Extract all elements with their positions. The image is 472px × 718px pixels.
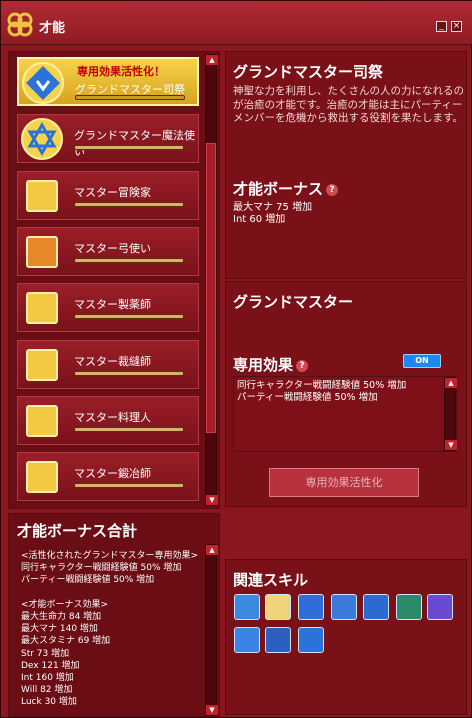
title-bar[interactable]: 才能 _ × xyxy=(1,1,472,45)
talent-list: 専用効果活性化！ グランドマスター司祭 グランドマスター魔法使い マスター冒険家… xyxy=(8,51,220,509)
talent-item-master-adventurer[interactable]: マスター冒険家 xyxy=(17,171,199,220)
detail-title: グランドマスター司祭 xyxy=(233,63,384,81)
talent-item-grandmaster-mage[interactable]: グランドマスター魔法使い xyxy=(17,114,199,163)
bow-icon xyxy=(26,236,58,268)
total-bonus-line: 最大マナ 140 増加 xyxy=(21,624,98,635)
total-bonus-line: Will 82 増加 xyxy=(21,685,73,696)
scroll-down-arrow[interactable]: ▼ xyxy=(445,440,457,450)
total-bonus-title: 才能ボーナス合計 xyxy=(17,522,138,540)
talent-item-grandmaster-priest[interactable]: 専用効果活性化！ グランドマスター司祭 xyxy=(17,57,199,106)
total-bonus-line: Dex 121 増加 xyxy=(21,660,80,671)
close-button[interactable]: × xyxy=(451,21,462,32)
scroll-up-arrow[interactable]: ▲ xyxy=(206,545,218,555)
talent-item-master-alchemist[interactable]: マスター製薬師 xyxy=(17,283,199,332)
talent-progress-bar xyxy=(74,145,184,150)
help-icon[interactable]: ? xyxy=(326,183,339,196)
compass-icon xyxy=(26,180,58,212)
exclusive-effect-label: 専用効果 xyxy=(233,356,294,374)
talent-label: マスター製薬師 xyxy=(74,298,151,311)
effect-line: パーティー戦闘経験値 50% 増加 xyxy=(237,392,378,403)
scroll-up-arrow[interactable]: ▲ xyxy=(445,378,457,388)
minimize-button[interactable]: _ xyxy=(436,21,447,32)
talent-progress-bar xyxy=(74,427,184,432)
total-bonus-line: Str 73 増加 xyxy=(21,648,70,659)
scroll-thumb[interactable] xyxy=(206,143,216,433)
scroll-down-arrow[interactable]: ▼ xyxy=(206,495,218,505)
talent-emblem-icon xyxy=(7,12,33,37)
rainbow-arrow-icon[interactable] xyxy=(427,594,453,620)
talent-item-master-archer[interactable]: マスター弓使い xyxy=(17,227,199,276)
total-bonus-line: Luck 30 増加 xyxy=(21,697,77,708)
guardian-icon[interactable] xyxy=(265,627,291,653)
bonus-heading: 才能ボーナス? xyxy=(233,178,339,199)
talent-progress-bar xyxy=(75,95,185,100)
related-skills-panel: 関連スキル xyxy=(225,559,467,715)
exclusive-effect-badge: 専用効果活性化！ xyxy=(77,65,165,78)
total-bonus-line: <才能ボーナス効果> xyxy=(21,599,109,610)
related-skills-title: 関連スキル xyxy=(233,571,309,589)
green-arrow-icon[interactable] xyxy=(396,594,422,620)
talent-progress-bar xyxy=(74,314,184,319)
activate-exclusive-effect-button[interactable]: 専用効果活性化 xyxy=(269,468,419,497)
grandmaster-title: グランドマスター xyxy=(233,293,354,311)
hexagram-icon xyxy=(21,118,63,160)
talent-item-master-tailor[interactable]: マスター裁縫師 xyxy=(17,340,199,389)
talent-label: マスター裁縫師 xyxy=(74,355,151,368)
total-bonus-line: パーティー戦闘経験値 50% 増加 xyxy=(21,575,155,586)
exclusive-effect-box: 同行キャラクター戦闘経験値 50% 増加 パーティー戦闘経験値 50% 増加 ▲… xyxy=(233,376,457,452)
party-healing-icon[interactable] xyxy=(234,594,260,620)
total-bonus-line: <活性化されたグランドマスター専用効果> xyxy=(21,551,199,561)
total-bonus-line: Int 160 増加 xyxy=(21,673,74,684)
bonus-heading-label: 才能ボーナス xyxy=(233,180,324,198)
star-of-david-icon[interactable] xyxy=(298,627,324,653)
total-bonus-line xyxy=(21,587,198,599)
talent-label: マスター鍛冶師 xyxy=(74,467,151,480)
talent-label: マスター弓使い xyxy=(74,242,151,255)
talent-label: マスター冒険家 xyxy=(74,186,151,199)
healing-scroll-icon[interactable] xyxy=(265,594,291,620)
effect-line: 同行キャラクター戦闘経験値 50% 増加 xyxy=(237,380,407,391)
arrow-slash-icon[interactable] xyxy=(363,594,389,620)
blue-slash-icon[interactable] xyxy=(234,627,260,653)
talent-item-master-blacksmith[interactable]: マスター鍛冶師 xyxy=(17,452,199,501)
total-bonus-list: <活性化されたグランドマスター専用効果> 同行キャラクター戦闘経験値 50% 増加… xyxy=(21,550,198,709)
effect-scrollbar[interactable]: ▲ ▼ xyxy=(444,377,457,451)
potion-icon xyxy=(26,292,58,324)
total-bonus-line: 同行キャラクター戦闘経験値 50% 増加 xyxy=(21,563,182,574)
anvil-icon xyxy=(26,461,58,493)
help-icon[interactable]: ? xyxy=(296,359,309,372)
talent-progress-bar xyxy=(74,258,184,263)
total-bonus-line: 最大スタミナ 69 増加 xyxy=(21,636,111,647)
talent-detail-panel: グランドマスター司祭 神聖な力を利用し、たくさんの人の力になれるのが治癒の才能で… xyxy=(225,51,467,279)
talent-progress-bar xyxy=(74,371,184,376)
scroll-up-arrow[interactable]: ▲ xyxy=(206,55,218,65)
bonus-line: 最大マナ 75 増加 xyxy=(233,202,313,213)
talent-window: 才能 _ × 専用効果活性化！ グランドマスター司祭 グランドマスター魔法使い xyxy=(0,0,472,718)
talent-label: マスター料理人 xyxy=(74,411,151,424)
talent-list-scrollbar[interactable]: ▲ ▼ xyxy=(205,54,218,506)
total-bonus-panel: 才能ボーナス合計 <活性化されたグランドマスター専用効果> 同行キャラクター戦闘経… xyxy=(8,513,220,717)
window-title: 才能 xyxy=(39,21,66,36)
total-bonus-line: 最大生命力 84 増加 xyxy=(21,612,102,623)
bonus-scrollbar[interactable]: ▲ ▼ xyxy=(205,544,218,716)
talent-label: グランドマスター魔法使い xyxy=(74,129,195,158)
exclusive-effect-heading: 専用効果? xyxy=(233,354,309,375)
heart-wings-icon[interactable] xyxy=(331,594,357,620)
talent-item-master-chef[interactable]: マスター料理人 xyxy=(17,396,199,445)
scissors-icon xyxy=(26,349,58,381)
talent-progress-bar xyxy=(74,202,184,207)
chef-hat-icon xyxy=(26,405,58,437)
priest-grandmaster-icon xyxy=(22,62,64,104)
talent-progress-bar xyxy=(74,483,184,488)
shield-icon[interactable] xyxy=(298,594,324,620)
scroll-down-arrow[interactable]: ▼ xyxy=(206,705,218,715)
detail-description: 神聖な力を利用し、たくさんの人の力になれるのが治癒の才能です。治癒の才能は主にパ… xyxy=(233,85,464,124)
bonus-line: Int 60 増加 xyxy=(233,214,286,225)
exclusive-effect-toggle[interactable]: ON xyxy=(403,354,441,368)
